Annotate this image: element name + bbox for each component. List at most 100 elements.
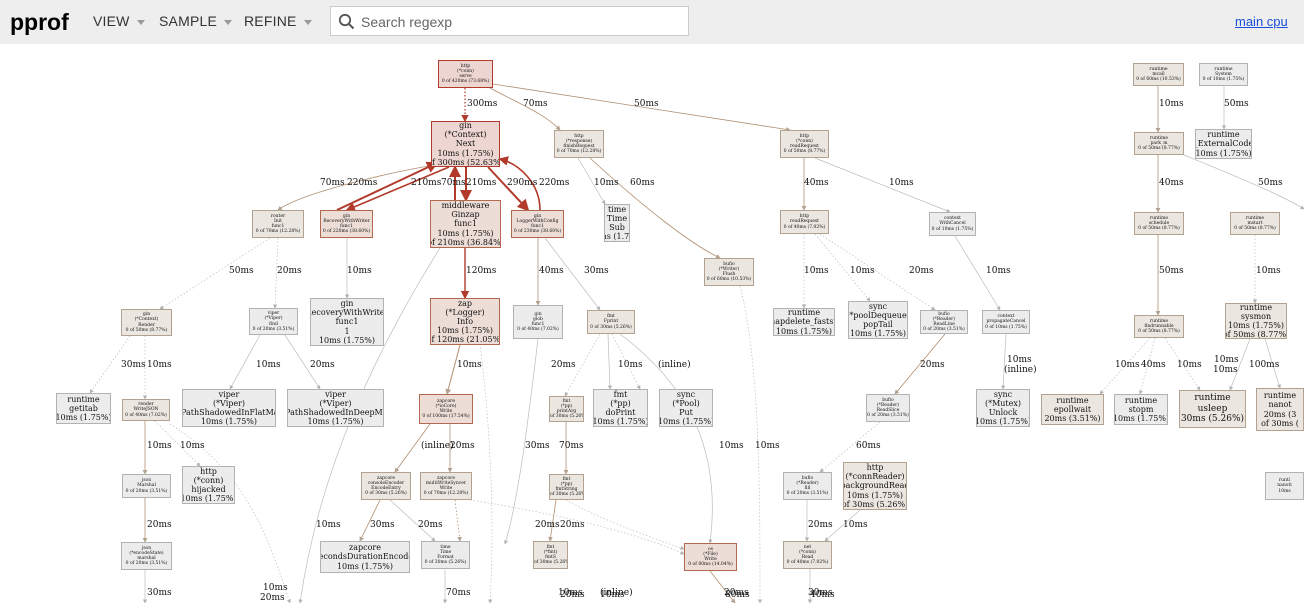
search-input[interactable] — [359, 11, 683, 33]
edge-label: 70ms — [320, 178, 345, 188]
graph-node-viper-find[interactable]: viper (*Viper) find 0 of 20ms (3.51%) — [249, 308, 298, 335]
graph-node-line: mapdelete_faststr — [774, 317, 834, 327]
graph-node-line: of 120ms (21.05%) — [430, 335, 500, 345]
graph-node-gin-next[interactable]: gin (*Context) Next 10ms (1.75%) of 300ms (5… — [431, 121, 500, 167]
edge-label: 210ms — [466, 178, 497, 188]
graph-edge[interactable] — [814, 157, 951, 213]
graph-node-rt-stopm[interactable]: runtime stopm 10ms (1.75%) — [1114, 394, 1168, 425]
edge-label: 20ms — [260, 593, 285, 603]
graph-edge[interactable] — [1001, 333, 1007, 390]
graph-node-line: 0 of 20ms (3.51%) — [125, 561, 168, 567]
graph-node-rt-mapdelete[interactable]: runtimemapdelete_faststr10ms (1.75%) — [773, 308, 835, 336]
edge-label: 20ms — [147, 520, 172, 530]
graph-node-http-hijacked[interactable]: http (*conn) hijacked 10ms (1.75%) — [182, 466, 235, 504]
graph-node-rt-usleep[interactable]: runtime usleep 30ms (5.26%) — [1179, 390, 1246, 428]
graph-node-line: 0 of 60ms (10.53%) — [1136, 77, 1181, 83]
call-graph[interactable]: http (*conn) serve 0 of 420ms (73.68%) gin (*… — [0, 44, 1304, 603]
graph-node-zapcore-seconds[interactable]: zapcoreSecondsDurationEncoder10ms (1.75%… — [320, 541, 410, 573]
graph-node-bufio-readline[interactable]: bufio (*Reader) ReadLine 0 of 20ms (3.51%) — [920, 310, 968, 334]
graph-node-fmt-fprint[interactable]: fmt Fprint 0 of 30ms (5.26%) — [587, 310, 635, 334]
graph-node-mw-ginzap[interactable]: middleware Ginzap func1 10ms (1.75%) of 210m… — [430, 200, 501, 248]
graph-node-line: 10ms (1.75%) — [200, 417, 258, 427]
edge-label: 40ms — [804, 178, 829, 188]
graph-node-ctx-propagate[interactable]: context propagateCancel 0 of 10ms (1.75%) — [982, 310, 1030, 334]
graph-node-bufio-fill[interactable]: bufio (*Reader) fill 0 of 20ms (3.51%) — [783, 472, 832, 500]
graph-node-line: sync — [993, 389, 1013, 399]
graph-node-viper-isShadowFlat[interactable]: viper(*Viper)isPathShadowedInFlatMap10ms… — [182, 389, 276, 427]
graph-node-fmt-fmtString[interactable]: fmt(*pp)fmtString0 of 30ms (5.26%) — [549, 474, 584, 500]
graph-node-http-readreq-conn[interactable]: http (*conn) readRequest 0 of 50ms (8.77%) — [780, 130, 829, 158]
edge-label: 10ms — [1213, 365, 1238, 375]
graph-node-bufio-flush[interactable]: bufio (*Writer) Flush 0 of 60ms (10.53%) — [704, 258, 754, 286]
graph-node-line: zap — [457, 298, 473, 308]
graph-node-line: Put — [679, 408, 693, 417]
graph-node-rt-nanotime[interactable]: runtime nanot 20ms (3 of 30ms ( — [1256, 388, 1304, 431]
graph-node-line: runtime — [787, 308, 821, 318]
graph-node-http-bgread[interactable]: http (*connReader) backgroundRead 10ms (1.7… — [843, 462, 907, 510]
graph-node-rt-nanotime2[interactable]: runti nanoti 10ms — [1265, 472, 1304, 500]
graph-node-rt-epollwait[interactable]: runtime epollwait 20ms (3.51%) — [1041, 394, 1104, 425]
graph-node-zapcore-encode[interactable]: zapcore consoleEncoder EncodeEntry 0 of 30m… — [361, 472, 411, 500]
edge-label: 20ms — [909, 266, 934, 276]
graph-node-http-serve[interactable]: http (*conn) serve 0 of 420ms (73.68%) — [438, 60, 493, 88]
graph-node-fmt-fmtS[interactable]: fmt(*fmt)fmtS0 of 30ms (5.26%) — [533, 541, 568, 569]
graph-node-rt-findrunnable[interactable]: runtime findrunnable 0 of 50ms (8.77%) — [1134, 315, 1184, 338]
graph-node-os-file-write[interactable]: os (*File) Write 0 of 80ms (14.04%) — [684, 543, 737, 571]
graph-node-time-sub[interactable]: timeTimeSub10ms (1.75%) — [604, 204, 630, 242]
graph-node-zapcore-multiwrite[interactable]: zapcore multiWriteSyncer Write 0 of 70ms (1… — [420, 472, 472, 500]
main-cpu-link[interactable]: main cpu — [1235, 14, 1288, 29]
graph-node-rt-mstart[interactable]: runtime mstart 0 of 50ms (8.77%) — [1230, 212, 1280, 235]
graph-node-line: http — [866, 463, 884, 473]
graph-node-render-json[interactable]: render WriteJSON 0 of 40ms (7.02%) — [122, 399, 170, 421]
graph-node-time-format[interactable]: time Time Format 0 of 30ms (5.26%) — [421, 541, 470, 569]
graph-node-http-finish[interactable]: http (*response) finishRequest 0 of 70ms (1… — [554, 130, 604, 158]
graph-node-bufio-readslice[interactable]: bufio (*Reader) ReadSlice 0 of 20ms (3.51%) — [866, 394, 910, 422]
graph-node-line: of 300ms (52.63%) — [431, 157, 500, 167]
graph-node-json-marshal[interactable]: json Marshal 0 of 20ms (3.51%) — [122, 474, 171, 498]
graph-node-sync-mutex-unlock[interactable]: sync (*Mutex) Unlock 10ms (1.75%) — [976, 389, 1030, 427]
graph-node-fmt-doPrint[interactable]: fmt (*pp) doPrint 10ms (1.75%) — [593, 389, 648, 427]
menu-refine[interactable]: REFINE — [244, 13, 312, 29]
graph-node-sync-pool-put[interactable]: sync (*Pool) Put 10ms (1.75%) — [659, 389, 713, 427]
graph-node-rt-externalcode[interactable]: runtime _ExternalCode 10ms (1.75%) — [1195, 129, 1252, 159]
graph-node-zapcore-write[interactable]: zapcore (*ioCore) Write 0 of 100ms (17.54%) — [419, 394, 473, 424]
graph-edge[interactable] — [1183, 154, 1304, 210]
menu-view[interactable]: VIEW — [93, 13, 145, 29]
graph-node-sync-popTail[interactable]: sync (*poolDequeue) popTail 10ms (1.75%) — [848, 301, 908, 339]
graph-node-line: 10ms (1.75%) — [849, 329, 907, 339]
graph-node-http-readreq[interactable]: http readRequest 0 of 40ms (7.02%) — [780, 210, 829, 234]
graph-edge[interactable] — [454, 499, 462, 542]
graph-node-net-conn-read[interactable]: net (*conn) Read 0 of 40ms (7.02%) — [783, 541, 832, 569]
edge-label: 10ms — [889, 178, 914, 188]
graph-node-gin-logger-func1[interactable]: gin glob func1 0 of 40ms (7.02%) — [513, 305, 563, 339]
edge-label: 10ms — [1115, 360, 1140, 370]
edge-label: 20ms — [808, 520, 833, 530]
graph-node-gin-recovery[interactable]: gin RecoveryWithWriter func1 0 of 220ms (38… — [320, 210, 373, 238]
graph-node-line: (*Viper) — [212, 398, 246, 408]
graph-node-router-func1[interactable]: router Init func1 0 of 70ms (12.28%) — [252, 210, 304, 238]
graph-node-rt-gettab[interactable]: runtime getitab 10ms (1.75%) — [56, 393, 111, 424]
graph-node-gin-recovery1[interactable]: ginRecoveryWithWriterfunc1110ms (1.75%) — [310, 298, 384, 346]
graph-node-gin-logger[interactable]: gin LoggerWithConfig func1 0 of 230ms (38.6… — [511, 210, 564, 238]
graph-node-rt-sysmon[interactable]: runtime sysmon 10ms (1.75%) of 50ms (8.77%) — [1225, 303, 1287, 339]
graph-node-ctx-withcancel[interactable]: context WithCancel 0 of 10ms (1.75%) — [929, 212, 976, 236]
graph-edge[interactable] — [607, 333, 612, 390]
graph-node-rt-park[interactable]: runtime park_m 0 of 50ms (8.77%) — [1134, 132, 1184, 155]
search-box[interactable] — [330, 6, 689, 36]
edge-label: 100ms — [1249, 360, 1280, 370]
graph-node-rt-schedule[interactable]: runtime schedule 0 of 50ms (8.77%) — [1134, 212, 1184, 235]
graph-node-json-marshal-state[interactable]: json (*encodeState) marshal 0 of 20ms (3.51… — [121, 542, 172, 570]
graph-node-rt-systemstack[interactable]: runtime System 0 of 10ms (1.75%) — [1199, 63, 1248, 86]
edge-label: 20ms — [277, 266, 302, 276]
graph-node-line: runtime — [1124, 395, 1158, 405]
graph-node-gin-render[interactable]: gin (*Context) Render 0 of 50ms (8.77%) — [121, 309, 172, 336]
graph-node-viper-isShadowDeep[interactable]: viper(*Viper)isPathShadowedInDeepMap10ms… — [287, 389, 384, 427]
edge-label: 70ms — [441, 178, 466, 188]
graph-edge[interactable] — [479, 343, 493, 603]
graph-node-rt-mcall[interactable]: runtime mcall 0 of 60ms (10.53%) — [1133, 63, 1184, 86]
graph-node-line: runtime — [1263, 391, 1297, 401]
menu-sample[interactable]: SAMPLE — [159, 13, 232, 29]
graph-node-fmt-printArg[interactable]: fmt(*pp)printArg0 of 30ms (5.26%) — [549, 396, 584, 422]
graph-node-zap-info[interactable]: zap (*Logger) Info 10ms (1.75%) of 120ms (21… — [430, 298, 500, 345]
edge-label: 220ms — [539, 178, 570, 188]
